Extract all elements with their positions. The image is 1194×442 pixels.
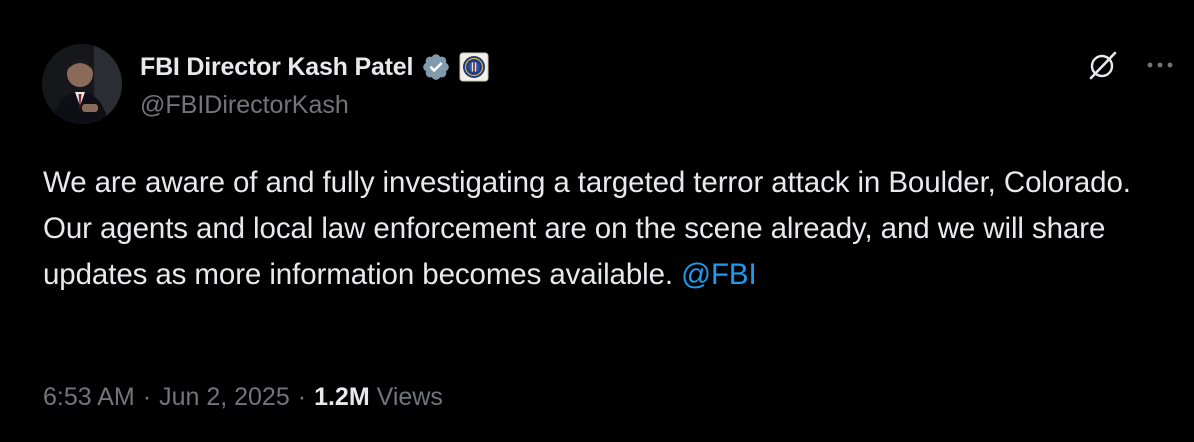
fbi-seal-icon[interactable]	[459, 52, 489, 82]
tweet-date[interactable]: Jun 2, 2025	[159, 383, 290, 412]
avatar[interactable]	[42, 44, 122, 124]
tweet-top-actions	[1086, 48, 1174, 82]
meta-separator: ·	[142, 383, 152, 411]
author-name-row: FBI Director Kash Patel	[140, 50, 489, 84]
tweet-time[interactable]: 6:53 AM	[43, 383, 135, 412]
display-name[interactable]: FBI Director Kash Patel	[140, 53, 413, 82]
tweet-text: We are aware of and fully investigating …	[43, 160, 1163, 298]
tweet-meta: 6:53 AM · Jun 2, 2025 · 1.2M Views	[43, 383, 443, 412]
meta-separator: ·	[297, 383, 307, 411]
more-icon[interactable]	[1146, 60, 1174, 70]
grok-icon[interactable]	[1086, 48, 1120, 82]
verified-badge-icon	[421, 52, 451, 82]
views-count[interactable]: 1.2M	[314, 383, 370, 412]
tweet-body: We are aware of and fully investigating …	[43, 166, 1131, 291]
avatar-image	[42, 44, 122, 124]
author-handle[interactable]: @FBIDirectorKash	[140, 91, 349, 120]
tweet-card: FBI Director Kash Patel @FBIDirectorKash	[0, 0, 1194, 442]
views-label: Views	[376, 383, 443, 411]
mention-link[interactable]: @FBI	[681, 258, 757, 291]
